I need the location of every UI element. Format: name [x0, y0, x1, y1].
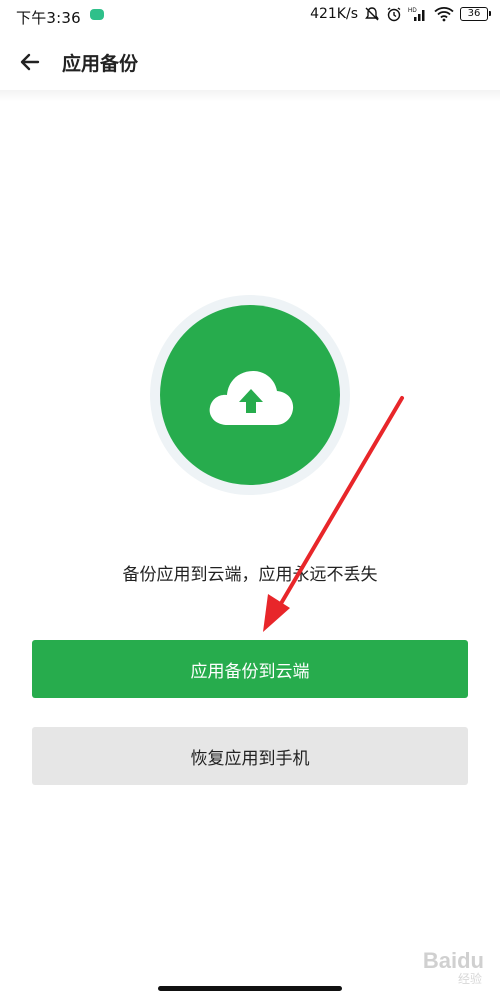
cloud-upload-icon — [209, 371, 294, 425]
alarm-icon — [387, 7, 401, 22]
mute-bell-icon — [365, 7, 379, 21]
app-header: 应用备份 — [0, 32, 500, 90]
battery-level: 36 — [467, 8, 481, 19]
status-bar: 下午3:36 421K/s HD 36 — [0, 0, 500, 32]
watermark-sub: 经验 — [457, 972, 482, 986]
battery-icon: 36 — [460, 7, 491, 21]
svg-text:HD: HD — [408, 8, 417, 14]
network-speed: 421K/s — [310, 6, 358, 22]
backup-to-cloud-button[interactable]: 应用备份到云端 — [32, 640, 468, 698]
app-notification-icon — [90, 9, 104, 20]
tagline-text: 备份应用到云端，应用永远不丢失 — [122, 565, 378, 585]
header-divider — [0, 90, 500, 102]
arrow-left-icon[interactable] — [16, 48, 44, 76]
status-indicators: 421K/s HD 36 — [310, 6, 491, 22]
status-time: 下午3:36 — [16, 9, 81, 27]
home-indicator[interactable] — [158, 986, 342, 991]
annotation-arrow — [263, 396, 404, 632]
page-title: 应用备份 — [62, 53, 139, 75]
wifi-icon — [434, 7, 454, 22]
signal-hd-icon: HD — [408, 8, 425, 21]
restore-to-phone-button[interactable]: 恢复应用到手机 — [32, 727, 468, 785]
